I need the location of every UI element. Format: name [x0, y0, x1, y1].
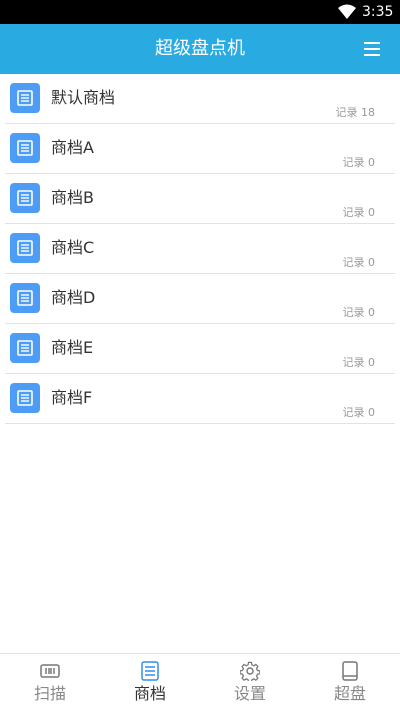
wifi-icon — [338, 4, 356, 19]
hamburger-menu-icon[interactable] — [362, 40, 382, 58]
document-icon — [10, 83, 40, 113]
record-count: 记录 18 — [335, 106, 376, 119]
barcode-scan-icon — [40, 664, 60, 678]
gear-icon — [240, 661, 260, 681]
file-name: 默认商档 — [51, 88, 116, 107]
file-name: 商档F — [51, 388, 93, 407]
document-icon — [10, 183, 40, 213]
file-name: 商档C — [51, 238, 95, 257]
file-row-default[interactable]: 默认商档 记录 18 — [5, 74, 395, 124]
tab-label: 商档 — [133, 684, 166, 703]
file-name: 商档D — [51, 288, 96, 307]
file-row-d[interactable]: 商档D 记录 0 — [5, 274, 395, 324]
record-count: 记录 0 — [342, 356, 376, 369]
app-bar: 超级盘点机 — [0, 24, 400, 74]
document-icon — [10, 283, 40, 313]
file-list: 默认商档 记录 18 商档A 记录 0 商档B 记录 0 商档C 记录 0 商档… — [0, 74, 400, 424]
tab-super[interactable]: 超盘 — [300, 654, 400, 711]
book-icon — [342, 661, 358, 681]
record-count: 记录 0 — [342, 306, 376, 319]
record-count: 记录 0 — [342, 256, 376, 269]
file-name: 商档B — [51, 188, 94, 207]
file-row-e[interactable]: 商档E 记录 0 — [5, 324, 395, 374]
page-title: 超级盘点机 — [155, 38, 245, 59]
tab-label: 扫描 — [33, 684, 66, 703]
file-row-a[interactable]: 商档A 记录 0 — [5, 124, 395, 174]
bottom-nav: 扫描 商档 设置 超盘 — [0, 653, 400, 711]
record-count: 记录 0 — [342, 206, 376, 219]
record-count: 记录 0 — [342, 406, 376, 419]
document-icon — [10, 383, 40, 413]
tab-settings[interactable]: 设置 — [200, 654, 300, 711]
file-row-b[interactable]: 商档B 记录 0 — [5, 174, 395, 224]
document-icon — [10, 133, 40, 163]
status-bar: 3:35 — [0, 0, 400, 24]
tab-label: 设置 — [233, 684, 266, 703]
status-time: 3:35 — [362, 4, 394, 20]
file-name: 商档E — [51, 338, 94, 357]
file-row-f[interactable]: 商档F 记录 0 — [5, 374, 395, 424]
record-count: 记录 0 — [342, 156, 376, 169]
file-list-icon — [141, 661, 159, 681]
tab-scan[interactable]: 扫描 — [0, 654, 100, 711]
file-name: 商档A — [51, 138, 94, 157]
tab-label: 超盘 — [333, 684, 366, 703]
tab-files[interactable]: 商档 — [100, 654, 200, 711]
file-row-c[interactable]: 商档C 记录 0 — [5, 224, 395, 274]
document-icon — [10, 233, 40, 263]
document-icon — [10, 333, 40, 363]
